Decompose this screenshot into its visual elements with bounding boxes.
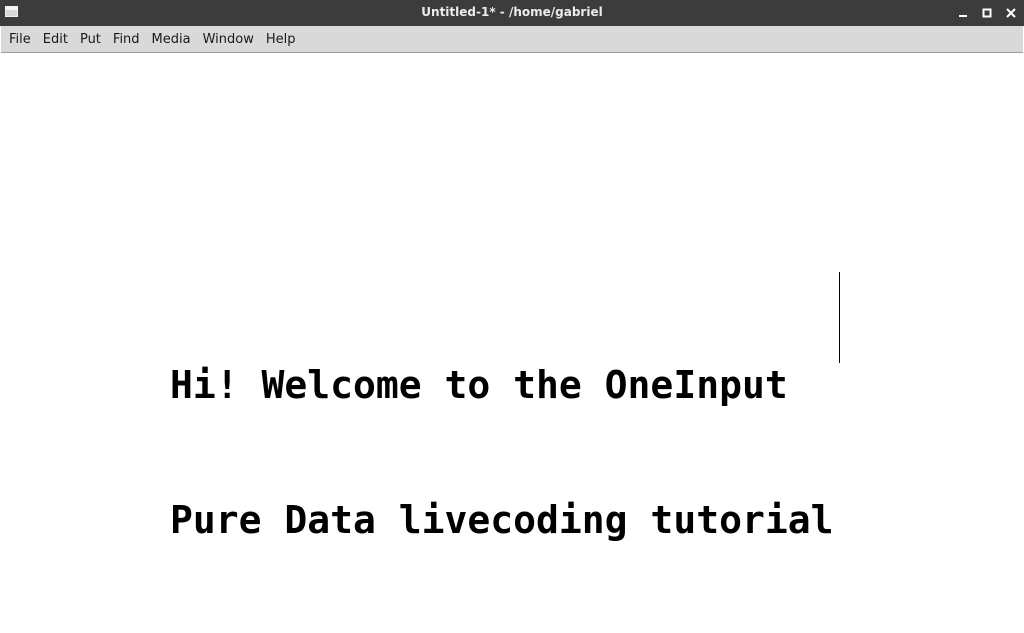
window-title: Untitled-1* - /home/gabriel (421, 5, 603, 19)
menu-help[interactable]: Help (260, 26, 302, 53)
comment-line-2: Pure Data livecoding tutorial (170, 498, 834, 542)
comment-line-1: Hi! Welcome to the OneInput (170, 363, 788, 407)
menu-file[interactable]: File (3, 26, 37, 53)
window-titlebar[interactable]: Untitled-1* - /home/gabriel (0, 0, 1024, 26)
menu-window[interactable]: Window (197, 26, 260, 53)
close-icon[interactable] (1002, 4, 1020, 22)
maximize-icon[interactable] (978, 4, 996, 22)
comment-box[interactable]: Hi! Welcome to the OneInput Pure Data li… (170, 273, 838, 633)
text-cursor (839, 272, 840, 363)
patch-canvas[interactable]: Hi! Welcome to the OneInput Pure Data li… (1, 54, 1023, 600)
menu-edit[interactable]: Edit (37, 26, 74, 53)
menubar: File Edit Put Find Media Window Help (1, 26, 1023, 53)
minimize-icon[interactable] (954, 4, 972, 22)
menu-find[interactable]: Find (107, 26, 146, 53)
menu-put[interactable]: Put (74, 26, 107, 53)
menu-media[interactable]: Media (146, 26, 197, 53)
